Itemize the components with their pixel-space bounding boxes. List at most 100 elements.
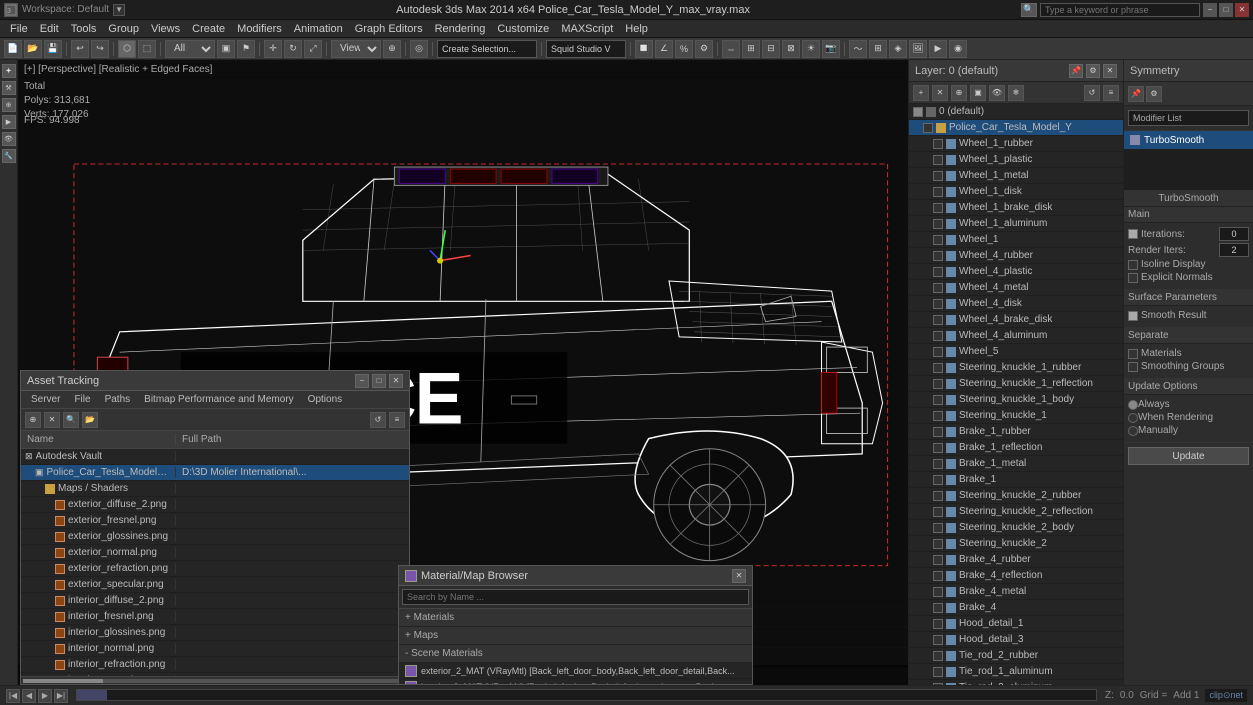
layer-item[interactable]: Brake_1 — [909, 472, 1123, 488]
snap-toggle-btn[interactable]: 🔲 — [635, 40, 653, 58]
maximize-btn[interactable]: □ — [1219, 3, 1233, 17]
layer-item[interactable]: Wheel_4_brake_disk — [909, 312, 1123, 328]
layer-item[interactable]: Wheel_1_aluminum — [909, 216, 1123, 232]
iterations-input[interactable] — [1219, 227, 1249, 241]
menu-modifiers[interactable]: Modifiers — [231, 21, 288, 37]
smoothing-groups-checkbox[interactable] — [1128, 362, 1138, 372]
layer-visibility-checkbox[interactable] — [933, 571, 943, 581]
asset-btn-1[interactable]: ⊕ — [25, 412, 41, 428]
layer-item[interactable]: Steering_knuckle_1_rubber — [909, 360, 1123, 376]
goto-start-btn[interactable]: |◀ — [6, 689, 20, 703]
asset-resize-btn[interactable]: □ — [372, 374, 386, 388]
asset-menu-options[interactable]: Options — [302, 393, 348, 406]
rotate-btn[interactable]: ↻ — [284, 40, 302, 58]
material-close-btn[interactable]: ✕ — [732, 569, 746, 583]
undo-btn[interactable]: ↩ — [71, 40, 89, 58]
layer-item[interactable]: Wheel_1_rubber — [909, 136, 1123, 152]
ref-coord-btn[interactable]: ⊕ — [383, 40, 401, 58]
layer-visibility-checkbox[interactable] — [933, 507, 943, 517]
separate-section-header[interactable]: Separate — [1124, 328, 1253, 344]
layer-dropdown[interactable]: Squid Studio V — [546, 40, 626, 58]
refresh-btn[interactable]: ↺ — [1084, 85, 1100, 101]
layer-item[interactable]: Steering_knuckle_2_reflection — [909, 504, 1123, 520]
layer-item[interactable]: Brake_4_reflection — [909, 568, 1123, 584]
layer-item[interactable]: Steering_knuckle_2_body — [909, 520, 1123, 536]
layer-item[interactable]: Steering_knuckle_1_reflection — [909, 376, 1123, 392]
asset-list-item[interactable]: exterior_diffuse_2.png — [21, 497, 409, 513]
layer-visibility-checkbox[interactable] — [933, 283, 943, 293]
layer-visibility-checkbox[interactable] — [923, 123, 933, 133]
layer-visibility-checkbox[interactable] — [933, 523, 943, 533]
move-btn[interactable]: ✛ — [264, 40, 282, 58]
layer-item[interactable]: Wheel_1_metal — [909, 168, 1123, 184]
layer-item[interactable]: Wheel_5 — [909, 344, 1123, 360]
explicit-normals-checkbox[interactable] — [1128, 273, 1138, 283]
layer-visibility-checkbox[interactable] — [933, 555, 943, 565]
timeline-bar[interactable] — [76, 689, 1097, 701]
layer-visibility-checkbox[interactable] — [933, 267, 943, 277]
surface-section-header[interactable]: Surface Parameters — [1124, 290, 1253, 306]
asset-btn-3[interactable]: 🔍 — [63, 412, 79, 428]
hide-layer-btn[interactable]: 👁 — [989, 85, 1005, 101]
layer-visibility-checkbox[interactable] — [933, 219, 943, 229]
layer-visibility-checkbox[interactable] — [933, 139, 943, 149]
align-camera-btn[interactable]: 📷 — [822, 40, 840, 58]
asset-list-item[interactable]: exterior_glossines.png — [21, 529, 409, 545]
layer-visibility-checkbox[interactable] — [933, 459, 943, 469]
scrollbar-thumb[interactable] — [23, 679, 103, 683]
layer-visibility-checkbox[interactable] — [933, 587, 943, 597]
manually-radio[interactable] — [1128, 426, 1138, 436]
display-tab[interactable]: 👁 — [2, 132, 16, 146]
merge-layer-btn[interactable]: ⊕ — [951, 85, 967, 101]
select-layer-btn[interactable]: ▣ — [970, 85, 986, 101]
layer-visibility-checkbox[interactable] — [933, 427, 943, 437]
mod-configure-btn[interactable]: ⚙ — [1146, 86, 1162, 102]
turbosmooth-modifier[interactable]: TurboSmooth — [1124, 131, 1253, 149]
select-region-btn[interactable]: ⬚ — [138, 40, 156, 58]
menu-rendering[interactable]: Rendering — [429, 21, 492, 37]
select-object-btn[interactable]: ▣ — [217, 40, 235, 58]
layer-item[interactable]: Steering_knuckle_1_body — [909, 392, 1123, 408]
percent-snap-btn[interactable]: % — [675, 40, 693, 58]
layer-visibility-checkbox[interactable] — [913, 107, 923, 117]
filter-dropdown[interactable]: All — [165, 40, 215, 58]
place-highlight-btn[interactable]: ☀ — [802, 40, 820, 58]
search-box[interactable]: 🔍 — [1021, 3, 1037, 17]
scale-btn[interactable]: ⤢ — [304, 40, 322, 58]
layer-visibility-checkbox[interactable] — [933, 603, 943, 613]
layer-item[interactable]: Wheel_1 — [909, 232, 1123, 248]
materials-section[interactable]: + Materials — [399, 609, 752, 627]
render-btn[interactable]: ▶ — [929, 40, 947, 58]
menu-customize[interactable]: Customize — [491, 21, 555, 37]
options-btn[interactable]: ≡ — [1103, 85, 1119, 101]
asset-list-item[interactable]: exterior_fresnel.png — [21, 513, 409, 529]
new-layer-btn[interactable]: + — [913, 85, 929, 101]
layer-item[interactable]: Tie_rod_2_rubber — [909, 648, 1123, 664]
freeze-layer-btn[interactable]: ❄ — [1008, 85, 1024, 101]
layer-visibility-checkbox[interactable] — [933, 667, 943, 677]
named-selection[interactable]: Create Selection... — [437, 40, 537, 58]
layer-item[interactable]: Brake_4_metal — [909, 584, 1123, 600]
angle-snap-btn[interactable]: ∠ — [655, 40, 673, 58]
curve-editor-btn[interactable]: 〜 — [849, 40, 867, 58]
asset-btn-4[interactable]: 📂 — [82, 412, 98, 428]
render-iters-input[interactable] — [1219, 243, 1249, 257]
layer-visibility-checkbox[interactable] — [933, 299, 943, 309]
menu-file[interactable]: File — [4, 21, 34, 37]
always-radio[interactable] — [1128, 400, 1138, 410]
menu-edit[interactable]: Edit — [34, 21, 65, 37]
layers-pin-btn[interactable]: 📌 — [1069, 64, 1083, 78]
layer-visibility-checkbox[interactable] — [933, 363, 943, 373]
asset-close-btn[interactable]: ✕ — [389, 374, 403, 388]
layer-visibility-checkbox[interactable] — [933, 491, 943, 501]
normal-align-btn[interactable]: ⊠ — [782, 40, 800, 58]
create-tab[interactable]: ✦ — [2, 64, 16, 78]
layer-visibility-checkbox[interactable] — [933, 251, 943, 261]
layers-close-btn[interactable]: ✕ — [1103, 64, 1117, 78]
asset-list-item[interactable]: interior_glossines.png — [21, 625, 409, 641]
layer-item[interactable]: Brake_4_rubber — [909, 552, 1123, 568]
layer-visibility-checkbox[interactable] — [933, 347, 943, 357]
modify-tab[interactable]: ⚒ — [2, 81, 16, 95]
align-view-btn[interactable]: ⊟ — [762, 40, 780, 58]
layer-item[interactable]: Brake_4 — [909, 600, 1123, 616]
